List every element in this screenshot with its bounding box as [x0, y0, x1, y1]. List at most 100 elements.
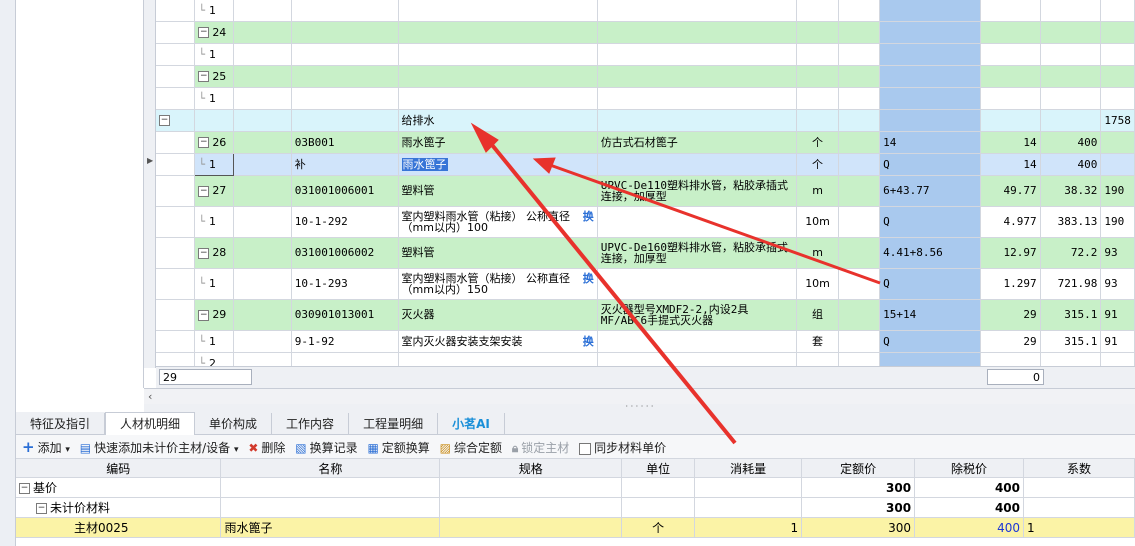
row-qty-expr[interactable]: 4.41+8.56 [883, 246, 943, 259]
row-seq: 28 [212, 246, 227, 259]
row-qty: 29 [1023, 334, 1037, 348]
tab-quantity-detail[interactable]: 工程量明细 [349, 413, 439, 435]
row-qty: 14 [1023, 135, 1037, 149]
item-row[interactable]: −27 031001006001 塑料管 UPVC-De110塑料排水管，粘胶承插式连… [156, 175, 1135, 207]
collapse-icon[interactable]: − [198, 137, 210, 148]
col-unit[interactable]: 单位 [621, 459, 696, 478]
row-consume[interactable]: 1 [694, 517, 803, 538]
col-coefficient[interactable]: 系数 [1023, 459, 1135, 478]
col-tax-excl-price[interactable]: 除税价 [914, 459, 1025, 478]
collapse-icon[interactable]: − [36, 503, 47, 514]
collapse-icon[interactable]: − [198, 27, 210, 38]
material-row-main[interactable]: 主材0025 雨水篦子 个 1 300 400 1 [16, 517, 1135, 538]
row-qty-expr[interactable]: 14 [883, 136, 896, 149]
quota-row[interactable]: └ 1 10-1-292 换 室内塑料雨水管（粘接） 公称直径（mm以内）100 10m Q… [156, 206, 1135, 238]
collapse-icon[interactable]: − [198, 71, 210, 82]
collapse-icon[interactable]: − [198, 185, 210, 197]
quota-row[interactable]: └ 1 [156, 43, 1135, 66]
collapse-icon[interactable]: − [198, 247, 210, 259]
swap-marker[interactable]: 换 [583, 273, 594, 284]
tree-connector: └ [198, 356, 205, 366]
item-row[interactable]: −29 030901013001 灭火器 灭火器型号XMDF2-2,内设2具MF/AB… [156, 299, 1135, 331]
col-consume[interactable]: 消耗量 [694, 459, 803, 478]
quota-row[interactable]: └ 1 [156, 87, 1135, 110]
col-quota-price[interactable]: 定额价 [801, 459, 916, 478]
row-price: 383.13 [1057, 215, 1098, 228]
quota-row[interactable]: └ 2 [156, 352, 1135, 366]
row-unit: 10m [805, 277, 830, 290]
delete-button[interactable]: ✖ 删除 [248, 436, 285, 460]
quota-row[interactable]: └ 1 10-1-293 换 室内塑料雨水管（粘接） 公称直径（mm以内）150 10m Q… [156, 268, 1135, 300]
boq-grid[interactable]: └ 1−24 └ 1−25 └ 1− 给排水 1758−26 03B001 雨水篦子 仿古式石材篦子… [156, 0, 1135, 366]
footer-count-field[interactable]: 29 [159, 369, 252, 385]
row-name[interactable]: 雨水篦子 [220, 517, 441, 538]
tree-connector: └ [198, 277, 205, 290]
item-row[interactable]: −28 031001006002 塑料管 UPVC-De160塑料排水管，粘胶承插式连… [156, 237, 1135, 269]
row-coef[interactable]: 1 [1023, 517, 1135, 538]
add-button[interactable]: + 添加 ▾ [22, 435, 70, 462]
calc-record-button[interactable]: ▧ 换算记录 [295, 436, 357, 460]
row-qty-expr[interactable]: 6+43.77 [883, 184, 929, 197]
comprehensive-quota-button[interactable]: ▨ 综合定额 [440, 436, 502, 460]
quota-row[interactable]: └ 1 9-1-92 换 室内灭火器安装支架安装 套 Q 29 315.1 91 [156, 330, 1135, 353]
material-row-unpriced[interactable]: − 未计价材料 300 400 [16, 497, 1135, 518]
row-tax-price[interactable]: 400 [914, 517, 1025, 538]
swap-marker[interactable]: 换 [583, 335, 594, 348]
swap-marker[interactable]: 换 [583, 211, 594, 222]
row-unit: 个 [812, 135, 824, 149]
col-code[interactable]: 编码 [16, 459, 222, 478]
quota-convert-button[interactable]: ▦ 定额换算 [367, 436, 429, 460]
row-name[interactable]: 雨水篦子 [401, 157, 448, 171]
left-dock-strip[interactable] [0, 0, 16, 546]
col-name[interactable]: 名称 [220, 459, 441, 478]
row-qty: 4.977 [1003, 215, 1037, 228]
row-code: 03B001 [294, 135, 335, 149]
row-seq: 1 [208, 334, 216, 348]
collapse-icon[interactable]: − [198, 309, 210, 321]
row-spec[interactable] [439, 517, 623, 538]
col-spec[interactable]: 规格 [439, 459, 623, 478]
row-unit[interactable]: 个 [621, 517, 696, 538]
row-price: 400 [1077, 135, 1098, 149]
splitter-grip-icon[interactable]: · · · · · · [626, 402, 654, 411]
quota-row[interactable]: └ 1 补 雨水篦子 个 Q 14 400 [156, 153, 1135, 176]
row-total: 1758 [1104, 113, 1131, 127]
tab-features[interactable]: 特征及指引 [16, 413, 106, 435]
row-spec [439, 497, 623, 518]
delete-x-icon: ✖ [248, 441, 259, 455]
row-qty-expr[interactable]: Q [883, 277, 890, 290]
row-total: 93 [1104, 277, 1118, 290]
row-quota-price[interactable]: 300 [801, 517, 916, 538]
row-spec [439, 477, 623, 498]
item-row[interactable]: −26 03B001 雨水篦子 仿古式石材篦子 个 14 14 400 [156, 131, 1135, 154]
row-qty-expr[interactable]: Q [883, 158, 890, 171]
lock-material-button[interactable]: 🔒︎ 锁定主材 [512, 436, 569, 460]
collapse-icon[interactable]: − [19, 483, 30, 494]
footer-count: 29 [163, 371, 177, 384]
row-qty-expr[interactable]: 15+14 [883, 308, 916, 321]
row-qty-expr[interactable]: Q [883, 215, 890, 228]
comprehensive-icon: ▨ [439, 441, 451, 455]
quota-row[interactable]: └ 1 [156, 0, 1135, 22]
item-row[interactable]: −24 [156, 21, 1135, 44]
panel-splitter[interactable]: · · · · · · [144, 402, 1135, 412]
section-row[interactable]: − 给排水 1758 [156, 109, 1135, 132]
tab-labor-material-machine[interactable]: 人材机明细 [105, 412, 196, 436]
sync-price-checkbox[interactable] [579, 442, 592, 455]
row-unit [621, 477, 696, 498]
tab-ai[interactable]: 小茗AI [438, 413, 505, 435]
item-row[interactable]: −25 [156, 65, 1135, 88]
row-unit: m [812, 184, 823, 197]
row-seq: 24 [212, 25, 227, 39]
row-price: 38.32 [1064, 184, 1098, 197]
quick-add-icon: ▤ [79, 441, 92, 455]
sync-price-toggle[interactable]: 同步材料单价 [579, 436, 666, 460]
material-row-base-price[interactable]: − 基价 300 400 [16, 477, 1135, 498]
footer-value-field[interactable]: 0 [987, 369, 1044, 385]
collapse-icon[interactable]: − [159, 115, 170, 126]
row-qty-expr[interactable]: Q [883, 335, 890, 348]
row-name: 塑料管 [401, 184, 435, 197]
tab-unit-price[interactable]: 单价构成 [195, 413, 273, 435]
tab-work-content[interactable]: 工作内容 [272, 413, 350, 435]
scroll-left-arrow-icon[interactable]: ‹ [148, 390, 152, 403]
